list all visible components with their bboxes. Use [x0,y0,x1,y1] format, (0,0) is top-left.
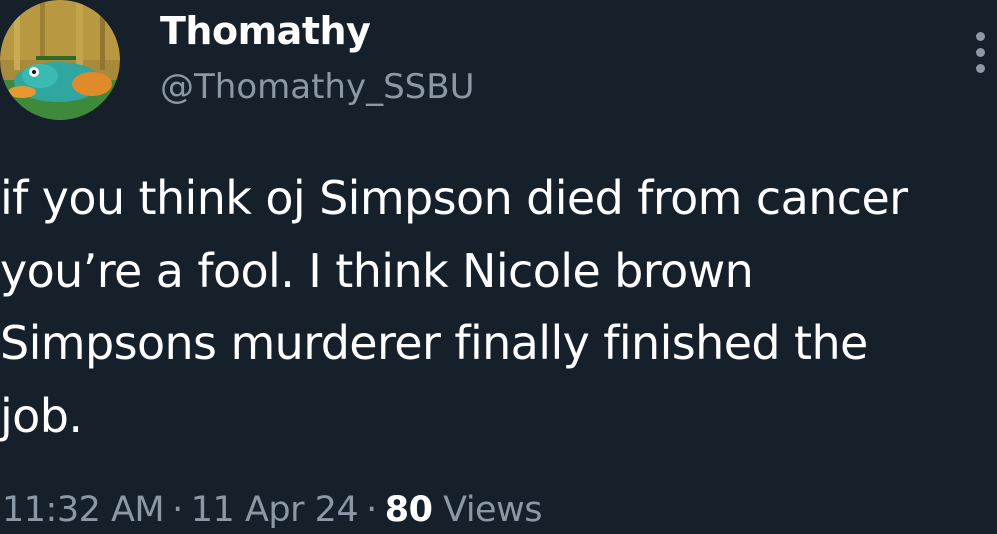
perry-platypus-avatar-icon [0,0,120,120]
meta-separator: · [172,490,183,530]
more-dot [976,64,985,73]
avatar[interactable] [0,0,120,120]
tweet-card: Thomathy @Thomathy_SSBU if you think oj … [0,0,997,534]
more-dot [976,32,985,41]
tweet-meta: 11:32 AM · 11 Apr 24 · 80 Views [2,486,542,534]
tweet-text-line: you’re a fool. I think Nicole brown [0,243,754,298]
tweet-text-line: if you think oj Simpson died from cancer [0,171,908,225]
author-display-name[interactable]: Thomathy [160,6,371,56]
views-label: Views [443,490,542,530]
meta-separator: · [366,490,377,530]
author-handle[interactable]: @Thomathy_SSBU [160,64,474,110]
tweet-text-line: Simpsons murderer finally finished the [0,316,868,370]
views-count: 80 [384,490,433,530]
tweet-text: if you think oj Simpson died from cancer… [0,162,990,452]
tweet-date[interactable]: 11 Apr 24 [191,490,359,530]
more-vertical-icon[interactable] [968,30,992,80]
more-dot [976,48,985,57]
tweet-text-line: job. [0,388,83,443]
tweet-time[interactable]: 11:32 AM [2,490,165,530]
